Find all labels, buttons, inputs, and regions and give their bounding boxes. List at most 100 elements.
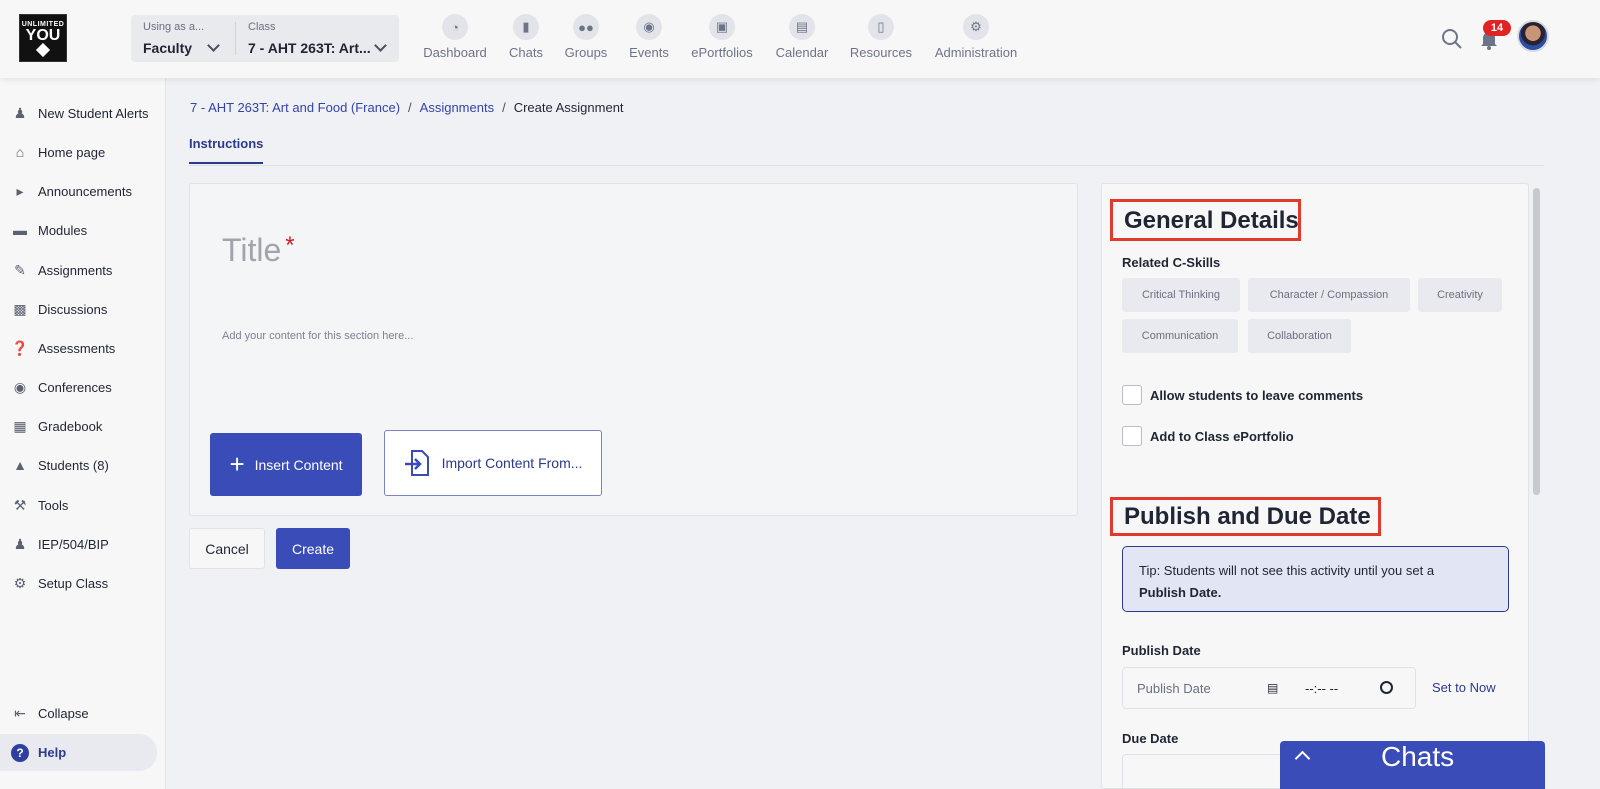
skill-chip-creativity[interactable]: Creativity [1418,278,1502,312]
calendar-icon: ▤ [789,14,815,40]
skill-chip-collaboration[interactable]: Collaboration [1248,319,1351,353]
sidebar-item-conferences[interactable]: ◉ Conferences [10,372,112,402]
graduation-cap-icon: ▲ [13,457,27,473]
module-icon: ▬ [13,222,27,238]
sidebar-item-assignments[interactable]: ✎ Assignments [10,255,112,285]
collapse-button[interactable]: ⇤ Collapse [10,698,88,728]
assignment-editor: Title * Add your content for this section… [189,183,1078,516]
import-content-button[interactable]: Import Content From... [384,430,602,496]
person-plus-icon: ♟ [13,104,27,121]
publish-date-label: Publish Date [1122,643,1201,658]
people-icon: ♟ [13,535,27,552]
assessment-icon: ❓ [11,339,29,356]
role-select-value: Faculty [143,40,193,56]
chats-bar[interactable]: Chats [1280,741,1545,789]
sidebar-item-setup-class[interactable]: ⚙ Setup Class [10,568,108,598]
nav-events[interactable]: ◉ Events [628,14,670,66]
groups-icon: ●● [573,14,599,40]
notification-badge: 14 [1483,20,1511,36]
gear-icon: ⚙ [13,574,27,591]
collapse-arrow-icon: ⇤ [14,704,26,721]
sidebar-item-announcements[interactable]: ▸ Announcements [10,176,131,206]
details-panel: General Details Related C-Skills Critica… [1101,183,1529,789]
conference-icon: ◉ [13,378,27,395]
add-portfolio-label: Add to Class ePortfolio [1150,429,1294,444]
sidebar-item-assessments[interactable]: ❓ Assessments [10,333,115,363]
skill-chip-critical-thinking[interactable]: Critical Thinking [1122,278,1240,312]
general-details-heading: General Details [1110,199,1301,241]
add-portfolio-checkbox[interactable] [1122,426,1142,446]
due-date-label: Due Date [1122,731,1179,746]
allow-comments-checkbox[interactable] [1122,385,1142,405]
search-icon[interactable] [1441,28,1463,50]
nav-dashboard[interactable]: ◔ Dashboard [423,14,487,66]
title-input[interactable]: Title * [222,232,295,269]
unlimited-you-logo[interactable]: UNLIMITED YOU [19,14,67,62]
sidebar-item-home-page[interactable]: ⌂ Home page [10,137,105,167]
import-file-icon [404,450,429,476]
sidebar-item-iep-504-bip[interactable]: ♟ IEP/504/BIP [10,529,109,559]
discussion-icon: ▩ [13,300,27,317]
required-mark: * [285,232,295,259]
chevron-down-icon [374,39,387,52]
sidebar-item-new-student-alerts[interactable]: ♟ New Student Alerts [10,98,149,128]
pin-icon: ◉ [636,14,662,40]
breadcrumb-current: Create Assignment [513,100,624,115]
megaphone-icon: ▸ [16,182,24,199]
class-select-label: Class [248,21,276,33]
chat-icon: ▮ [513,14,539,40]
tab-instructions[interactable]: Instructions [189,136,264,164]
top-bar: UNLIMITED YOU Using as a... Faculty Clas… [0,0,1600,78]
class-select[interactable]: Class 7 - AHT 263T: Art... [236,15,399,62]
skill-chip-communication[interactable]: Communication [1122,319,1238,353]
help-icon: ? [11,743,29,762]
wrench-icon: ⚒ [13,496,27,513]
c-skills-label: Related C-Skills [1122,255,1221,270]
cancel-button[interactable]: Cancel [189,528,265,569]
allow-comments-label: Allow students to leave comments [1150,388,1364,403]
chevron-up-icon [1294,750,1311,767]
nav-resources[interactable]: ▯ Resources [849,14,913,66]
context-selectors: Using as a... Faculty Class 7 - AHT 263T… [131,15,399,62]
panel-scrollbar-thumb[interactable] [1533,188,1540,495]
home-icon: ⌂ [15,144,25,160]
portfolio-icon: ▣ [709,14,735,40]
set-to-now-link[interactable]: Set to Now [1432,680,1496,695]
role-select[interactable]: Using as a... Faculty [131,15,235,62]
publish-due-heading: Publish and Due Date [1110,497,1381,536]
sidebar-item-students[interactable]: ▲ Students (8) [10,450,109,480]
sidebar-item-tools[interactable]: ⚒ Tools [10,490,69,520]
assignment-icon: ✎ [14,261,26,278]
content-input[interactable]: Add your content for this section here..… [222,330,413,342]
insert-content-button[interactable]: + Insert Content [210,433,362,496]
books-icon: ▯ [868,14,894,40]
tab-bar: Instructions [189,128,1544,166]
breadcrumb: 7 - AHT 263T: Art and Food (France) / Assi… [190,100,624,115]
clock-icon[interactable] [1380,681,1393,694]
nav-eportfolios[interactable]: ▣ ePortfolios [689,14,755,66]
publish-tip: Tip: Students will not see this activity… [1122,546,1509,612]
nav-groups[interactable]: ●● Groups [564,14,608,66]
nav-calendar[interactable]: ▤ Calendar [775,14,829,66]
gears-icon: ⚙ [963,14,989,40]
breadcrumb-assignments-link[interactable]: Assignments [420,100,494,115]
skill-chip-character-compassion[interactable]: Character / Compassion [1248,278,1410,312]
calendar-icon[interactable]: ▤ [1267,681,1278,695]
sidebar-item-modules[interactable]: ▬ Modules [10,215,87,245]
publish-time-input[interactable]: --:-- -- [1305,681,1338,696]
help-button[interactable]: ? Help [0,734,157,771]
gradebook-icon: ▦ [13,417,27,434]
avatar[interactable] [1517,20,1549,52]
nav-administration[interactable]: ⚙ Administration [932,14,1020,66]
gauge-icon: ◔ [442,14,468,40]
logo-mark-icon [35,42,51,58]
role-select-label: Using as a... [143,21,205,33]
sidebar-item-discussions[interactable]: ▩ Discussions [10,294,107,324]
create-button[interactable]: Create [276,528,350,569]
publish-date-field[interactable]: Publish Date ▤ --:-- -- [1122,667,1416,709]
breadcrumb-class-link[interactable]: 7 - AHT 263T: Art and Food (France) [190,100,400,115]
nav-chats[interactable]: ▮ Chats [507,14,545,66]
class-select-value: 7 - AHT 263T: Art... [248,40,371,56]
sidebar-item-gradebook[interactable]: ▦ Gradebook [10,411,102,441]
chevron-down-icon [207,39,220,52]
